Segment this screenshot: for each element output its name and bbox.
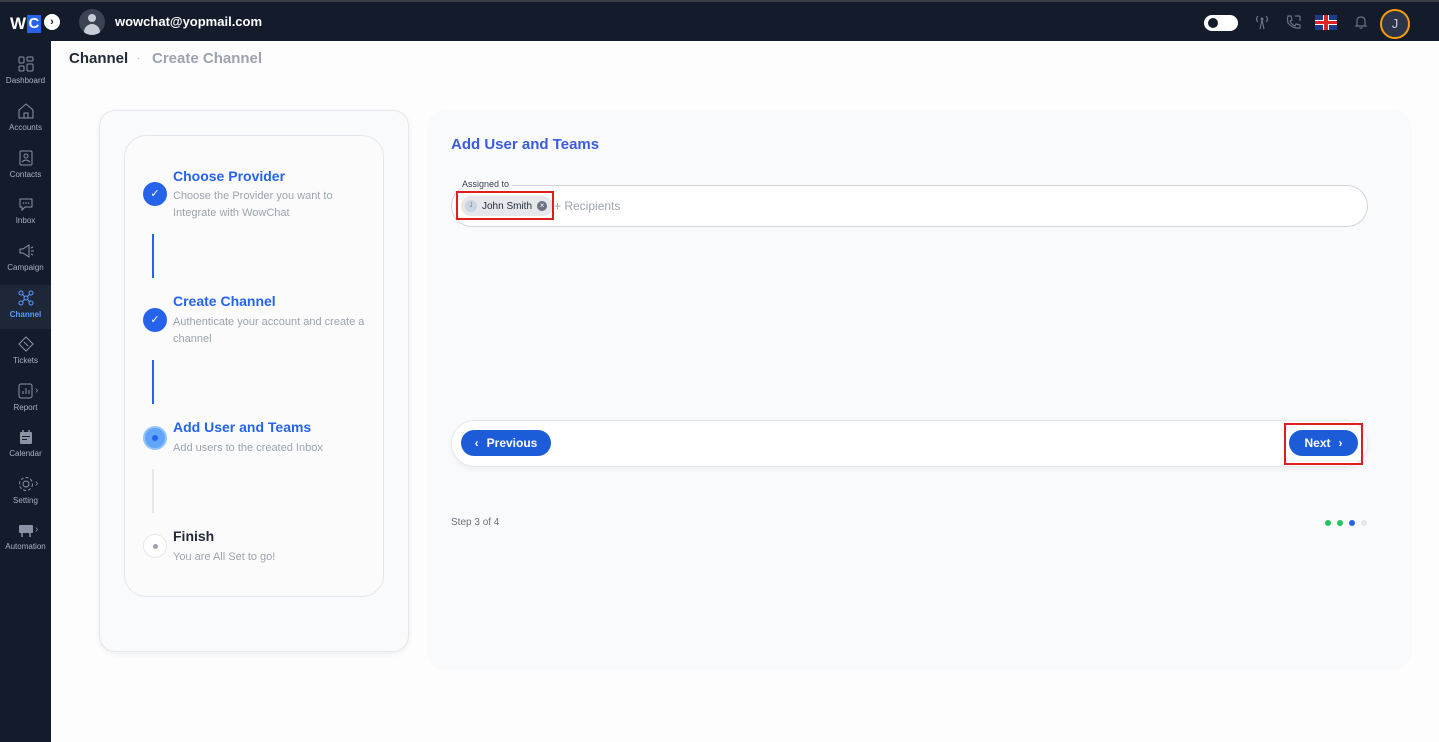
- sidebar-toggle-icon[interactable]: ›: [44, 14, 60, 30]
- sidebar-item-automation[interactable]: › Automation: [0, 517, 51, 561]
- user-profile-icon[interactable]: [79, 9, 105, 35]
- sidebar-label: Automation: [5, 542, 46, 551]
- assigned-to-label: Assigned to: [459, 179, 513, 189]
- sidebar-label: Report: [13, 403, 38, 412]
- step-connector: [152, 360, 154, 404]
- uk-flag-icon[interactable]: [1315, 15, 1337, 30]
- step-3-desc: Add users to the created Inbox: [173, 442, 323, 454]
- sidebar-item-contacts[interactable]: Contacts: [0, 145, 51, 189]
- phone-icon[interactable]: [1284, 14, 1302, 35]
- megaphone-icon: [19, 244, 34, 258]
- sidebar-item-setting[interactable]: › Setting: [0, 471, 51, 515]
- sidebar-label: Contacts: [9, 170, 42, 179]
- gear-icon: [18, 477, 33, 491]
- sidebar-label: Dashboard: [5, 76, 46, 85]
- sidebar-item-inbox[interactable]: Inbox: [0, 191, 51, 235]
- sidebar-item-accounts[interactable]: Accounts: [0, 98, 51, 142]
- sidebar-label: Campaign: [7, 263, 44, 272]
- step-connector: [152, 234, 154, 278]
- logo-letter-w: W: [10, 14, 26, 33]
- ticket-icon: [17, 336, 34, 352]
- step-count: Step 3 of 4: [451, 517, 500, 528]
- recipients-input[interactable]: + Recipients: [554, 199, 620, 213]
- sidebar-label: Calendar: [9, 449, 42, 458]
- sidebar-label: Setting: [13, 496, 38, 505]
- inbox-icon: [19, 198, 32, 212]
- previous-button[interactable]: ‹ Previous: [461, 430, 551, 456]
- chevron-right-icon: ›: [35, 385, 39, 396]
- chevron-right-icon: ›: [35, 478, 39, 489]
- step-1-check-icon: ✓: [143, 182, 167, 206]
- sidebar-item-campaign[interactable]: Campaign: [0, 238, 51, 282]
- channel-icon: [18, 290, 33, 306]
- breadcrumb-separator: ·: [137, 53, 141, 64]
- sidebar-label: Inbox: [15, 216, 36, 225]
- step-1-title: Choose Provider: [173, 168, 286, 184]
- user-email: wowchat@yopmail.com: [115, 14, 263, 29]
- progress-dot-done: [1337, 520, 1343, 526]
- progress-dot-done: [1325, 520, 1331, 526]
- chip-highlight-box: [456, 191, 554, 220]
- step-2-desc: Authenticate your account and create a c…: [173, 316, 365, 345]
- step-3-current-icon: [143, 426, 167, 450]
- step-2-title: Create Channel: [173, 293, 276, 309]
- step-connector: [152, 469, 154, 513]
- sidebar-item-report[interactable]: › Report: [0, 378, 51, 422]
- sidebar-label: Channel: [9, 310, 42, 319]
- sidebar-item-channel[interactable]: Channel: [0, 285, 51, 329]
- sidebar-label: Accounts: [9, 123, 42, 132]
- step-4-desc: You are All Set to go!: [173, 551, 276, 563]
- step-navigation-bar: [451, 420, 1368, 467]
- home-icon: [18, 103, 33, 119]
- previous-label: Previous: [486, 436, 538, 450]
- progress-dots: [1325, 520, 1367, 526]
- step-4-pending-icon: [143, 534, 167, 558]
- sidebar-item-calendar[interactable]: Calendar: [0, 424, 51, 468]
- wowchat-logo[interactable]: W C: [10, 14, 42, 34]
- bell-icon[interactable]: [1352, 14, 1370, 34]
- sidebar-label: Tickets: [12, 356, 39, 365]
- chevron-right-icon: ›: [35, 524, 39, 535]
- step-4-title: Finish: [173, 528, 215, 544]
- step-2-check-icon: ✓: [143, 308, 167, 332]
- next-highlight-box: [1284, 423, 1363, 465]
- top-bar: W C › wowchat@yopmail.com J: [0, 0, 1439, 41]
- dashboard-icon: [18, 56, 33, 72]
- step-1-desc: Choose the Provider you want to Integrat…: [173, 190, 333, 219]
- sidebar: Dashboard Accounts Contacts Inbox Campai…: [0, 41, 51, 742]
- breadcrumb-channel[interactable]: Channel: [69, 50, 128, 67]
- sidebar-item-dashboard[interactable]: Dashboard: [0, 51, 51, 95]
- logo-letter-c: C: [26, 15, 42, 33]
- progress-dot-current: [1349, 520, 1355, 526]
- report-icon: [18, 383, 32, 399]
- account-avatar[interactable]: J: [1380, 9, 1410, 39]
- theme-toggle[interactable]: [1204, 15, 1238, 31]
- sidebar-item-tickets[interactable]: Tickets: [0, 331, 51, 375]
- antenna-icon[interactable]: [1253, 14, 1271, 34]
- breadcrumb-current: Create Channel: [152, 50, 263, 67]
- contact-icon: [19, 150, 32, 166]
- step-3-title: Add User and Teams: [173, 419, 312, 435]
- progress-dot-pending: [1361, 520, 1367, 526]
- automation-icon: [18, 525, 33, 537]
- chevron-left-icon: ‹: [474, 436, 479, 450]
- calendar-icon: [19, 430, 32, 444]
- main-content: Channel · Create Channel ✓ Choose Provid…: [51, 41, 1439, 742]
- panel-title: Add User and Teams: [451, 136, 600, 153]
